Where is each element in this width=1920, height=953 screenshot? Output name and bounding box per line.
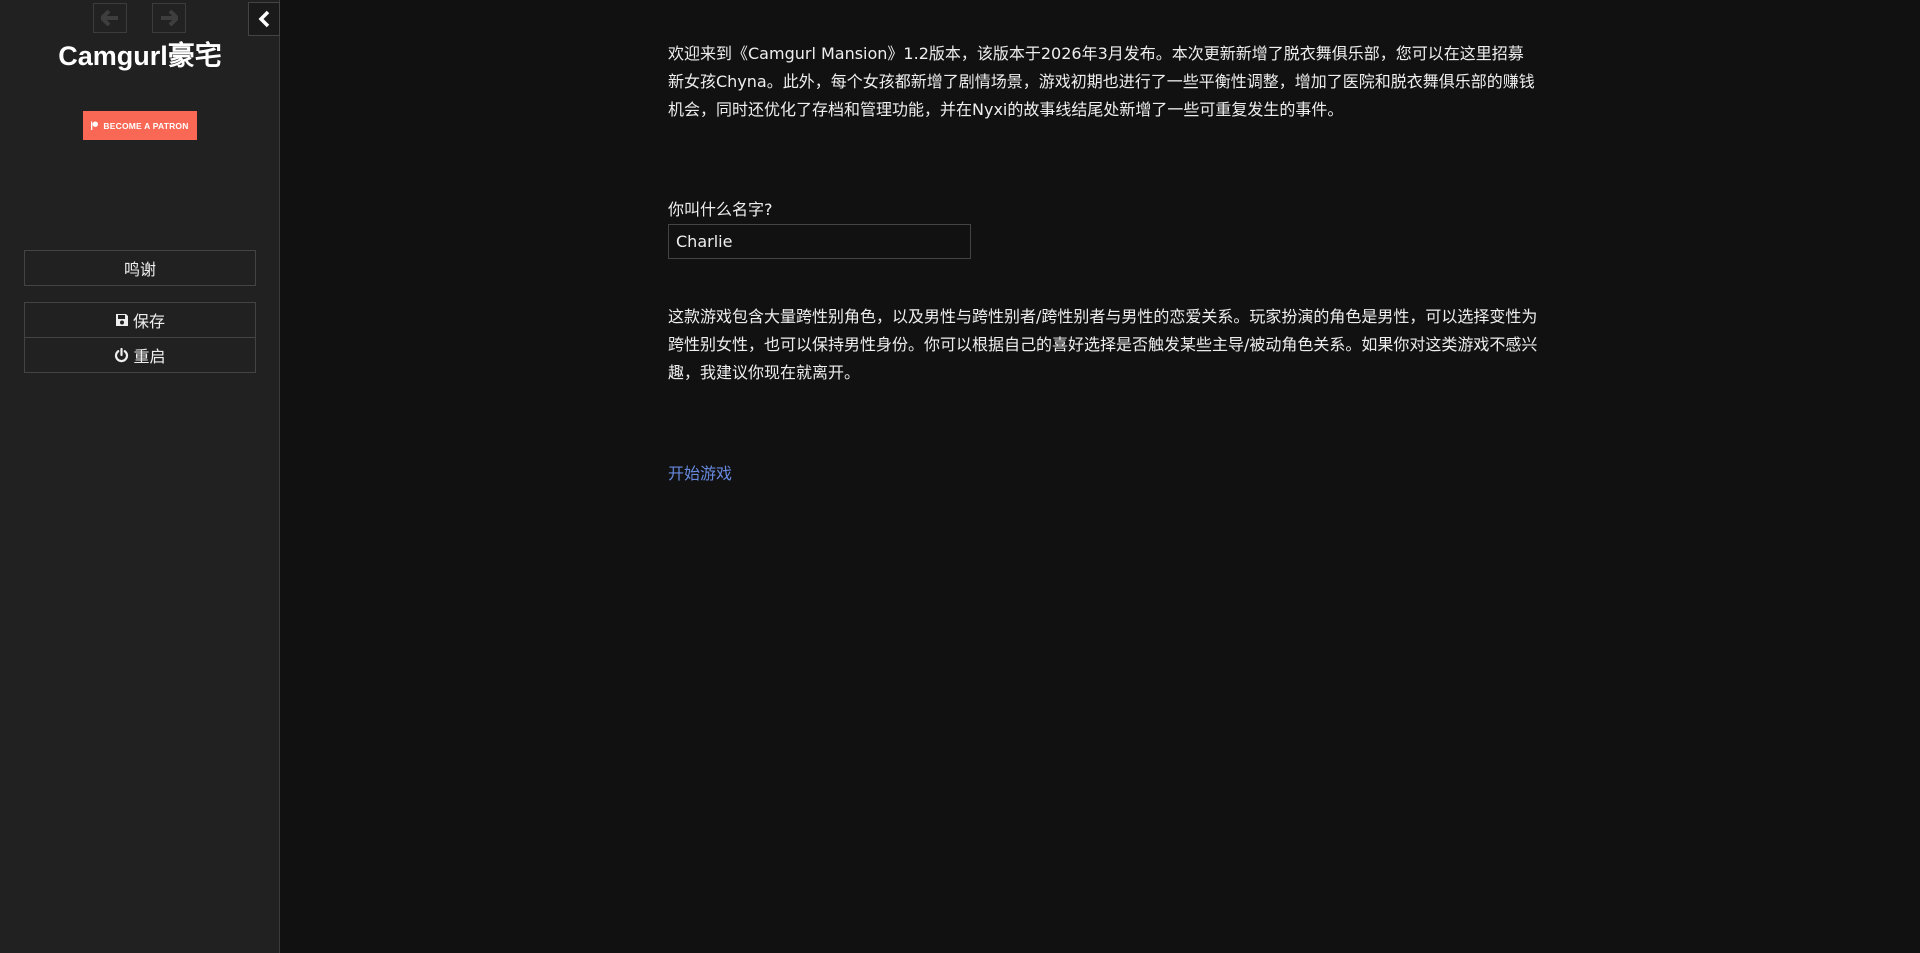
history-forward-button[interactable] [152,3,186,33]
content-warning-text: 这款游戏包含大量跨性别角色，以及男性与跨性别者/跨性别者与男性的恋爱关系。玩家扮… [668,307,1538,382]
player-name-input[interactable] [668,224,971,259]
ui-bar: Camgurl豪宅 BECOME A PATRON 鸣谢 保存 重启 [0,0,280,953]
arrow-right-icon [161,10,178,26]
patreon-logo-icon [91,121,99,130]
history-back-button[interactable] [93,3,127,33]
sidebar-toggle-button[interactable] [248,2,280,36]
passage: 欢迎来到《Camgurl Mansion》1.2版本，该版本于2026年3月发布… [668,40,1538,124]
become-patron-button[interactable]: BECOME A PATRON [83,111,197,140]
restart-label: 重启 [133,347,166,366]
credits-button[interactable]: 鸣谢 [24,250,256,286]
save-icon [115,314,128,326]
save-button[interactable]: 保存 [24,302,256,338]
patron-label: BECOME A PATRON [103,120,189,131]
chevron-left-icon [258,10,270,28]
start-game-link[interactable]: 开始游戏 [668,460,732,488]
credits-label: 鸣谢 [123,260,156,279]
power-icon [115,347,129,362]
restart-button[interactable]: 重启 [24,337,256,373]
arrow-left-icon [101,10,118,26]
save-label: 保存 [132,312,165,331]
intro-text: 欢迎来到《Camgurl Mansion》1.2版本，该版本于2026年3月发布… [668,44,1535,119]
story-title: Camgurl豪宅 [58,41,222,71]
name-prompt-label: 你叫什么名字? [668,200,773,219]
